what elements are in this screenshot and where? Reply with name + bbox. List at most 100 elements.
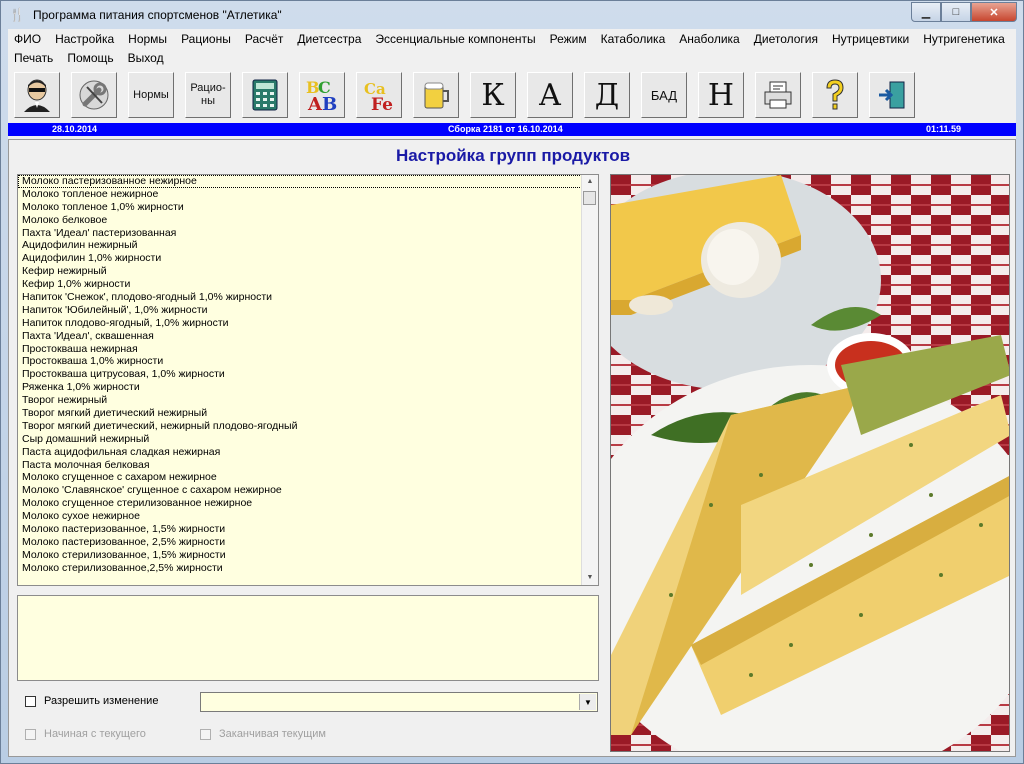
list-item[interactable]: Молоко стерилизованное,2,5% жирности xyxy=(18,562,598,575)
list-item[interactable]: Простокваша цитрусовая, 1,0% жирности xyxy=(18,368,598,381)
question-mark-icon xyxy=(826,79,844,110)
print-button[interactable] xyxy=(755,72,801,118)
scroll-up-icon[interactable]: ▲ xyxy=(582,175,598,189)
menu-item-row1-1[interactable]: Настройка xyxy=(55,32,121,46)
window-title: Программа питания спортсменов "Атлетика" xyxy=(33,8,282,22)
minimize-button[interactable]: ▁ xyxy=(911,2,941,22)
end-current-label: Заканчивая текущим xyxy=(219,728,326,740)
list-item[interactable]: Ацидофилин 1,0% жирности xyxy=(18,252,598,265)
menu-item-row1-10[interactable]: Диетология xyxy=(754,32,825,46)
menu-item-row1-5[interactable]: Диетсестра xyxy=(297,32,368,46)
group-combobox[interactable]: ▼ xyxy=(200,692,598,712)
menu-item-row1-4[interactable]: Расчёт xyxy=(245,32,291,46)
products-listbox[interactable]: Молоко пастеризованное нежирное Молоко то… xyxy=(17,174,599,586)
allow-change-checkbox-row[interactable]: Разрешить изменение xyxy=(25,695,158,707)
help-button[interactable] xyxy=(812,72,858,118)
food-photo xyxy=(610,174,1010,752)
list-item[interactable]: Паста молочная белковая xyxy=(18,459,598,472)
list-item[interactable]: Творог мягкий диетический нежирный xyxy=(18,407,598,420)
list-item[interactable]: Простокваша нежирная xyxy=(18,343,598,356)
nutraceuticals-button[interactable]: Н xyxy=(698,72,744,118)
list-item[interactable]: Пахта 'Идеал', сквашенная xyxy=(18,330,598,343)
list-item[interactable]: Простокваша 1,0% жирности xyxy=(18,355,598,368)
menu-item-row1-12[interactable]: Нутригенетика xyxy=(923,32,1012,46)
dietology-button[interactable]: Д xyxy=(584,72,630,118)
list-item[interactable]: Молоко топленое 1,0% жирности xyxy=(18,201,598,214)
menu-row-2: Печать Помощь Выход xyxy=(14,51,178,65)
list-scrollbar[interactable]: ▲ ▼ xyxy=(581,175,598,585)
athlete-profile-button[interactable] xyxy=(14,72,60,118)
scroll-down-icon[interactable]: ▼ xyxy=(582,571,598,585)
menu-item-row2-0[interactable]: Печать xyxy=(14,51,60,65)
list-item[interactable]: Молоко белковое xyxy=(18,214,598,227)
maximize-button[interactable]: □ xyxy=(941,2,971,22)
menu-bar: ФИО Настройка Нормы Рационы Расчёт Диетсестра… xyxy=(8,29,1016,69)
end-current-checkbox[interactable] xyxy=(200,728,211,740)
list-item[interactable]: Молоко сгущенное стерилизованное нежирно… xyxy=(18,497,598,510)
calculator-button[interactable] xyxy=(242,72,288,118)
allow-change-label: Разрешить изменение xyxy=(44,695,159,707)
menu-item-row1-9[interactable]: Анаболика xyxy=(679,32,746,46)
menu-item-row1-7[interactable]: Режим xyxy=(550,32,594,46)
status-date: 28.10.2014 xyxy=(52,124,98,134)
start-current-checkbox[interactable] xyxy=(25,728,36,740)
description-textarea[interactable] xyxy=(17,595,599,681)
menu-item-row1-6[interactable]: Эссенциальные компоненты xyxy=(375,32,542,46)
svg-text:B: B xyxy=(322,94,337,113)
menu-item-row2-1[interactable]: Помощь xyxy=(67,51,120,65)
garlic-bread-illustration xyxy=(611,175,1009,751)
list-item[interactable]: Молоко 'Славянское' сгущенное с сахаром … xyxy=(18,484,598,497)
title-bar[interactable]: 🍴 Программа питания спортсменов "Атлетик… xyxy=(1,1,1023,29)
menu-item-row1-0[interactable]: ФИО xyxy=(14,32,48,46)
list-item[interactable]: Кефир нежирный xyxy=(18,265,598,278)
rations-button[interactable]: Рацио-ны xyxy=(185,72,231,118)
svg-text:A: A xyxy=(307,94,323,113)
chevron-down-icon[interactable]: ▼ xyxy=(579,694,596,710)
allow-change-checkbox[interactable] xyxy=(25,695,36,707)
settings-tools-button[interactable] xyxy=(71,72,117,118)
list-item[interactable]: Молоко сгущенное с сахаром нежирное xyxy=(18,471,598,484)
list-item[interactable]: Ряженка 1,0% жирности xyxy=(18,381,598,394)
bad-supplements-button[interactable]: БАД xyxy=(641,72,687,118)
menu-item-row1-11[interactable]: Нутрицевтики xyxy=(832,32,916,46)
exit-button[interactable] xyxy=(869,72,915,118)
list-item[interactable]: Молоко пастеризованное, 1,5% жирности xyxy=(18,523,598,536)
list-item[interactable]: Ацидофилин нежирный xyxy=(18,239,598,252)
menu-item-row1-3[interactable]: Рационы xyxy=(181,32,238,46)
menu-item-row1-2[interactable]: Нормы xyxy=(128,32,174,46)
list-item[interactable]: Паста ацидофильная сладкая нежирная xyxy=(18,446,598,459)
start-current-checkbox-row[interactable]: Начиная с текущего xyxy=(25,728,146,740)
app-window: 🍴 Программа питания спортсменов "Атлетик… xyxy=(0,0,1024,764)
list-item[interactable]: Молоко пастеризованное нежирное xyxy=(18,175,598,188)
anabolics-button[interactable]: А xyxy=(527,72,573,118)
norms-button[interactable]: Нормы xyxy=(128,72,174,118)
list-item[interactable]: Сыр домашний нежирный xyxy=(18,433,598,446)
list-item[interactable]: Творог мягкий диетический, нежирный плод… xyxy=(18,420,598,433)
status-bar: 28.10.2014 Сборка 2181 от 16.10.2014 01:… xyxy=(8,123,1016,136)
end-current-checkbox-row[interactable]: Заканчивая текущим xyxy=(200,728,326,740)
drink-button[interactable] xyxy=(413,72,459,118)
list-item[interactable]: Молоко стерилизованное, 1,5% жирности xyxy=(18,549,598,562)
svg-text:Fe: Fe xyxy=(371,95,393,113)
app-fork-knife-icon: 🍴 xyxy=(9,7,26,22)
catabolics-button[interactable]: К xyxy=(470,72,516,118)
list-item[interactable]: Молоко пастеризованное, 2,5% жирности xyxy=(18,536,598,549)
vitamins-button[interactable]: B C A B xyxy=(299,72,345,118)
list-item[interactable]: Напиток 'Снежок', плодово-ягодный 1,0% ж… xyxy=(18,291,598,304)
menu-item-row2-2[interactable]: Выход xyxy=(128,51,171,65)
menu-item-row1-8[interactable]: Катаболика xyxy=(601,32,673,46)
athlete-face-icon xyxy=(24,79,50,112)
list-item[interactable]: Творог нежирный xyxy=(18,394,598,407)
list-item[interactable]: Пахта 'Идеал' пастеризованная xyxy=(18,227,598,240)
list-item[interactable]: Кефир 1,0% жирности xyxy=(18,278,598,291)
list-item[interactable]: Молоко топленое нежирное xyxy=(18,188,598,201)
list-item[interactable]: Напиток плодово-ягодный, 1,0% жирности xyxy=(18,317,598,330)
vitamins-abc-icon: B C A B xyxy=(306,78,337,113)
client-area: ФИО Настройка Нормы Рационы Расчёт Диетсестра… xyxy=(8,29,1016,757)
scroll-thumb[interactable] xyxy=(583,191,596,205)
beer-mug-icon xyxy=(424,82,449,109)
list-item[interactable]: Молоко сухое нежирное xyxy=(18,510,598,523)
close-button[interactable]: ✕ xyxy=(971,2,1017,22)
list-item[interactable]: Напиток 'Юбилейный', 1,0% жирности xyxy=(18,304,598,317)
minerals-button[interactable]: Ca Fe xyxy=(356,72,402,118)
